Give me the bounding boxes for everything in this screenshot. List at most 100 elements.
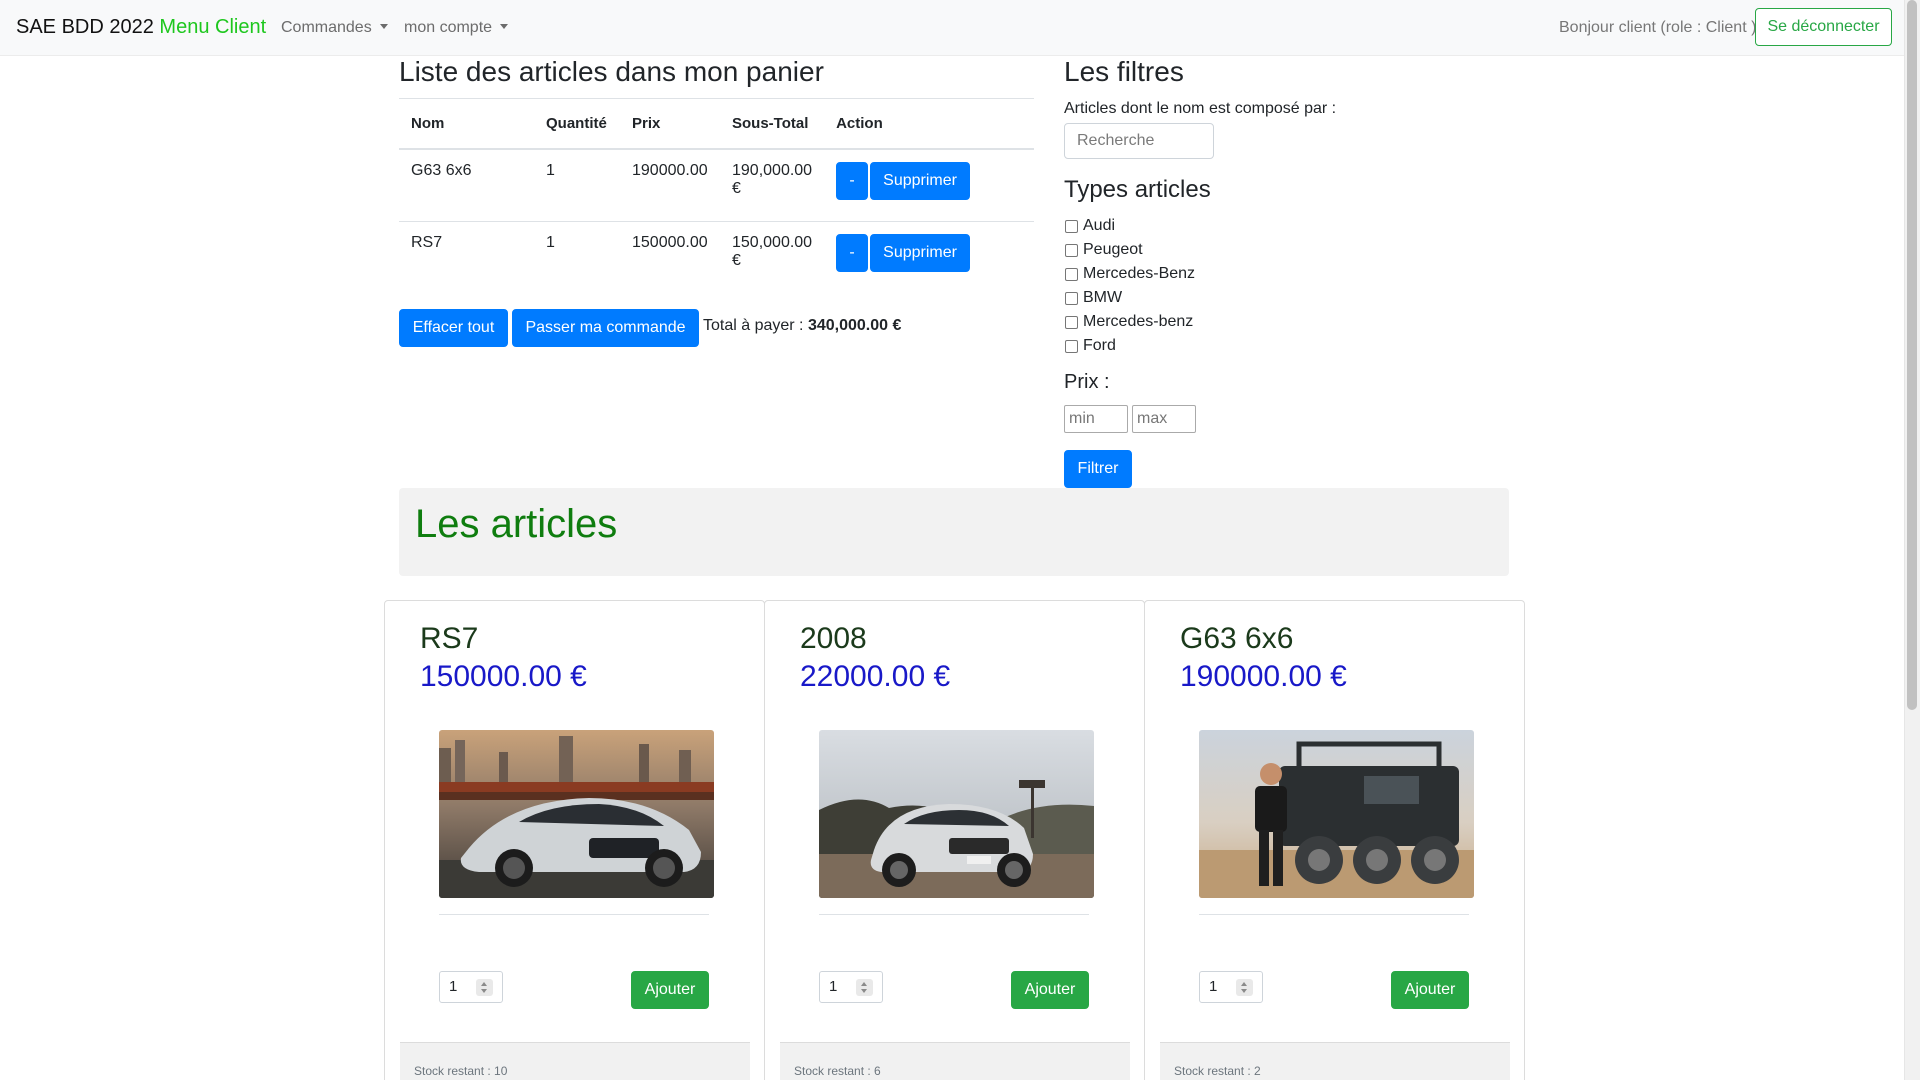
compte-label: mon compte [404, 19, 493, 36]
articles-title: Les articles [415, 502, 618, 546]
product-card: 2008 22000.00 € 1 Ajouter Stock restant … [764, 600, 1145, 1080]
checkbox[interactable] [1065, 267, 1078, 281]
card-divider [439, 914, 709, 915]
type-label: Mercedes-Benz [1083, 265, 1196, 282]
quantity-value: 1 [829, 978, 838, 995]
product-image [439, 730, 714, 898]
product-price: 150000.00 € [420, 660, 587, 693]
total-label: Total à payer : [703, 317, 804, 334]
col-prix: Prix [620, 98, 720, 150]
cart-header-row: Nom Quantité Prix Sous-Total Action [399, 98, 1034, 150]
type-option-ford[interactable]: Ford [1064, 334, 1195, 358]
delete-item-button[interactable]: Supprimer [870, 161, 971, 200]
card-divider [819, 914, 1089, 915]
checkbox[interactable] [1065, 315, 1078, 329]
name-filter-label: Articles dont le nom est composé par : [1064, 100, 1337, 117]
product-price: 190000.00 € [1180, 660, 1347, 693]
brand-title: SAE BDD 2022 [16, 16, 154, 38]
product-card: RS7 150000.00 € 1 Ajouter Stock restant … [384, 600, 765, 1080]
checkbox[interactable] [1065, 243, 1078, 257]
type-label: BMW [1083, 289, 1123, 306]
col-sous-total: Sous-Total [720, 98, 825, 150]
card-footer: Stock restant : 10 [400, 1042, 750, 1080]
add-to-cart-button[interactable]: Ajouter [1391, 971, 1469, 1009]
quantity-value: 1 [1209, 978, 1218, 995]
articles-banner: Les articles [399, 488, 1509, 576]
checkbox[interactable] [1065, 291, 1078, 305]
brand-accent: Menu Client [159, 16, 267, 38]
product-image [819, 730, 1094, 898]
min-price-input[interactable] [1064, 405, 1128, 433]
card-footer: Stock restant : 6 [780, 1042, 1130, 1080]
product-image [1199, 730, 1474, 898]
cart-cell-action: - Supprimer [824, 148, 1034, 222]
cart-row: RS7 1 150000.00 150,000.00 € - Supprimer [399, 221, 1034, 295]
cart-cell-action: - Supprimer [824, 221, 1034, 295]
type-label: Audi [1083, 217, 1116, 234]
type-option-bmw[interactable]: BMW [1064, 286, 1195, 310]
cart-cell-prix: 190000.00 [620, 148, 720, 222]
type-label: Peugeot [1083, 241, 1143, 258]
chevron-down-icon [500, 24, 509, 29]
type-option-mercedes-benz-lower[interactable]: Mercedes-benz [1064, 310, 1195, 334]
cart-cell-sous-total: 150,000.00 € [720, 221, 825, 295]
types-title: Types articles [1064, 176, 1211, 203]
cart-cell-nom: RS7 [399, 221, 534, 295]
cart-total: Total à payer : 340,000.00 € [703, 317, 901, 335]
cart-cell-nom: G63 6x6 [399, 148, 534, 222]
decrease-quantity-button[interactable]: - [836, 161, 869, 200]
type-label: Mercedes-benz [1083, 313, 1194, 330]
product-name: G63 6x6 [1180, 622, 1294, 655]
product-card: G63 6x6 190000.00 € 1 Ajouter Stock rest… [1144, 600, 1525, 1080]
cart-cell-sous-total: 190,000.00 € [720, 148, 825, 222]
spinner-icon[interactable] [476, 979, 493, 996]
col-nom: Nom [399, 98, 534, 150]
type-list: Audi Peugeot Mercedes-Benz BMW Mercedes-… [1064, 214, 1195, 358]
decrease-quantity-button[interactable]: - [836, 234, 869, 272]
card-divider [1199, 914, 1469, 915]
compte-dropdown[interactable]: mon compte [404, 19, 509, 37]
type-option-mercedes-benz[interactable]: Mercedes-Benz [1064, 262, 1195, 286]
checkbox[interactable] [1065, 219, 1078, 233]
logout-button[interactable]: Se déconnecter [1755, 8, 1892, 46]
max-price-input[interactable] [1132, 405, 1196, 433]
commandes-label: Commandes [281, 19, 372, 36]
add-to-cart-button[interactable]: Ajouter [1011, 971, 1089, 1009]
checkbox[interactable] [1065, 339, 1078, 353]
cart-cell-quantite: 1 [534, 148, 620, 222]
cart-title: Liste des articles dans mon panier [399, 56, 824, 87]
product-name: 2008 [800, 622, 867, 655]
page: SAE BDD 2022 Menu Client Commandes mon c… [0, 0, 1920, 1080]
product-name: RS7 [420, 622, 479, 655]
chevron-down-icon [379, 24, 388, 29]
card-footer: Stock restant : 2 [1160, 1042, 1510, 1080]
quantity-stepper[interactable]: 1 [819, 971, 883, 1003]
search-input[interactable] [1064, 123, 1214, 159]
spinner-icon[interactable] [1236, 979, 1253, 996]
user-greeting: Bonjour client (role : Client ) [1559, 19, 1757, 36]
navbar: SAE BDD 2022 Menu Client Commandes mon c… [0, 0, 1904, 56]
product-price: 22000.00 € [800, 660, 951, 693]
type-option-audi[interactable]: Audi [1064, 214, 1195, 238]
add-to-cart-button[interactable]: Ajouter [631, 971, 709, 1009]
type-option-peugeot[interactable]: Peugeot [1064, 238, 1195, 262]
commandes-dropdown[interactable]: Commandes [281, 19, 388, 37]
spinner-icon[interactable] [856, 979, 873, 996]
stock-remaining: Stock restant : 10 [414, 1064, 508, 1078]
total-value: 340,000.00 € [807, 317, 902, 334]
filters-title: Les filtres [1064, 56, 1184, 87]
quantity-value: 1 [449, 978, 458, 995]
quantity-stepper[interactable]: 1 [1199, 971, 1263, 1003]
type-label: Ford [1083, 337, 1116, 354]
filter-button[interactable]: Filtrer [1064, 450, 1132, 488]
stock-remaining: Stock restant : 2 [1174, 1064, 1261, 1078]
place-order-button[interactable]: Passer ma commande [512, 309, 699, 347]
brand[interactable]: SAE BDD 2022 Menu Client [16, 16, 266, 39]
clear-cart-button[interactable]: Effacer tout [399, 309, 508, 347]
cart-row: G63 6x6 1 190000.00 190,000.00 € - Suppri… [399, 148, 1034, 222]
delete-item-button[interactable]: Supprimer [870, 234, 971, 272]
price-title: Prix : [1064, 371, 1110, 393]
quantity-stepper[interactable]: 1 [439, 971, 503, 1003]
cart-cell-quantite: 1 [534, 221, 620, 295]
scrollbar-thumb[interactable] [1907, 0, 1917, 710]
